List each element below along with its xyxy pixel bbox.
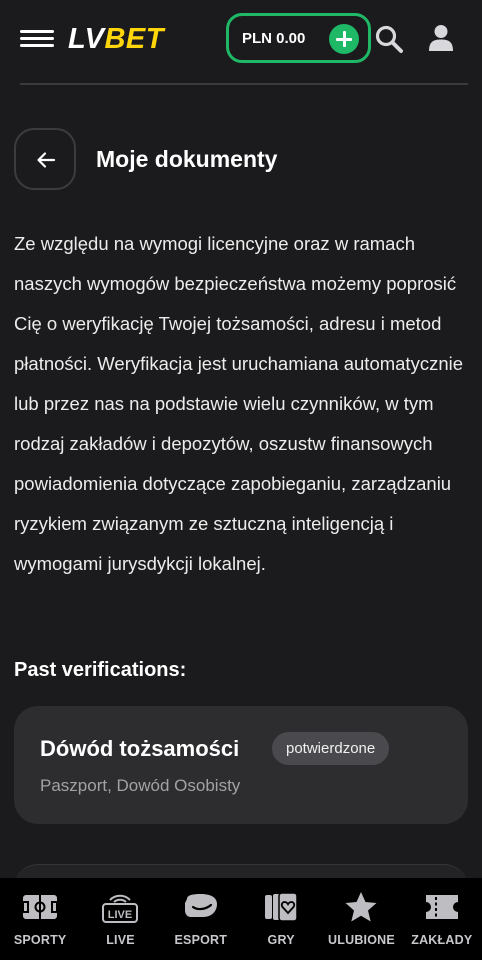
nav-item-gry[interactable]: GRY <box>241 878 321 960</box>
verification-documents: Paszport, Dowód Osobisty <box>40 776 241 795</box>
page-title: Moje dokumenty <box>96 146 278 172</box>
top-header: LVBET PLN 0.00 <box>0 0 482 85</box>
logo-bet-text: BET <box>104 23 164 55</box>
menu-icon[interactable] <box>20 30 54 48</box>
verification-title: Dówód tożsamości <box>40 736 240 761</box>
verification-info-text: Ze względu na wymogi licencyjne oraz w r… <box>14 233 464 574</box>
nav-label-gry: GRY <box>267 933 295 947</box>
nav-item-ulubione[interactable]: ULUBIONE <box>321 878 401 960</box>
verification-card[interactable]: Dówód tożsamości potwierdzone Paszport, … <box>14 706 468 824</box>
nav-label-esport: ESPORT <box>174 933 228 947</box>
past-verifications-heading: Past verifications: <box>14 659 187 681</box>
back-button[interactable] <box>14 128 76 190</box>
nav-item-live[interactable]: LIVE LIVE <box>80 878 160 960</box>
user-account-icon[interactable] <box>428 24 454 52</box>
header-divider <box>20 83 468 85</box>
nav-item-zaklady[interactable]: ZAKŁADY <box>402 878 482 960</box>
bottom-navigation: SPORTY LIVE LIVE ESPORT GRY ULUBIONE ZAK… <box>0 878 482 960</box>
nav-label-live: LIVE <box>106 933 135 947</box>
nav-item-sporty[interactable]: SPORTY <box>0 878 80 960</box>
gamepad-icon <box>181 890 221 924</box>
balance-amount: PLN 0.00 <box>242 29 306 47</box>
nav-label-zaklady: ZAKŁADY <box>411 933 473 947</box>
deposit-plus-icon[interactable] <box>329 24 359 54</box>
cards-icon <box>261 890 301 924</box>
ticket-icon <box>422 890 462 924</box>
search-icon[interactable] <box>374 24 404 54</box>
nav-label-sporty: SPORTY <box>13 933 67 947</box>
field-icon <box>20 890 60 924</box>
nav-item-esport[interactable]: ESPORT <box>161 878 241 960</box>
nav-label-ulubione: ULUBIONE <box>328 933 395 947</box>
live-icon: LIVE <box>100 890 140 924</box>
lvbet-logo[interactable]: LVBET <box>68 22 164 56</box>
status-badge: potwierdzone <box>272 732 390 765</box>
balance-button[interactable]: PLN 0.00 <box>226 13 371 63</box>
arrow-left-icon <box>37 152 56 168</box>
svg-text:LIVE: LIVE <box>108 909 132 921</box>
logo-lv-text: LV <box>68 23 105 55</box>
star-icon <box>341 890 381 924</box>
